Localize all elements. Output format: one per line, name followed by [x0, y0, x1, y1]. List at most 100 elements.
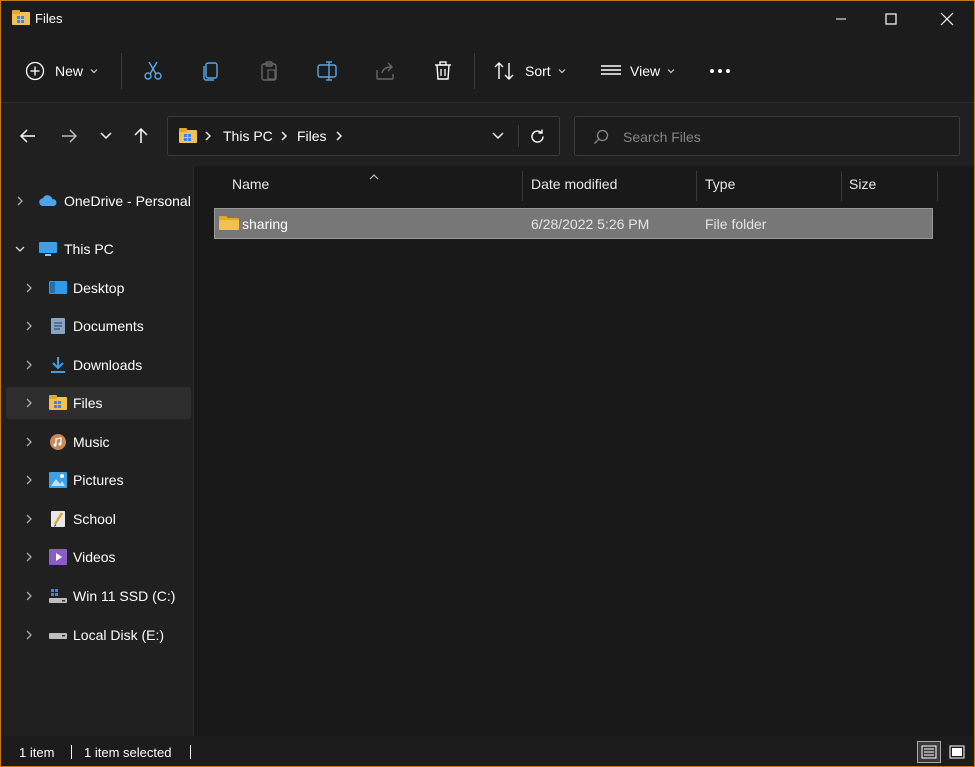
- more-icon: [710, 69, 730, 73]
- command-bar: New Sort View: [1, 39, 974, 103]
- copy-icon: [203, 62, 218, 81]
- documents-icon: [48, 317, 66, 335]
- paste-button[interactable]: [258, 55, 280, 87]
- breadcrumb-this-pc[interactable]: This PC: [223, 128, 273, 144]
- new-label: New: [55, 63, 84, 79]
- chevron-right-icon[interactable]: [23, 551, 35, 563]
- search-input[interactable]: [623, 127, 943, 147]
- chevron-down-icon[interactable]: [14, 243, 26, 255]
- toolbar-divider: [474, 53, 475, 89]
- sidebar-item-pictures[interactable]: Pictures: [6, 464, 191, 496]
- sort-icon: [494, 62, 514, 80]
- chevron-right-icon[interactable]: [23, 513, 35, 525]
- column-divider[interactable]: [841, 171, 842, 201]
- sidebar-item-this-pc[interactable]: This PC: [6, 233, 191, 265]
- address-bar[interactable]: This PC Files: [167, 116, 560, 156]
- sidebar-item-videos[interactable]: Videos: [6, 541, 191, 573]
- cut-button[interactable]: [142, 55, 164, 87]
- window-title: Files: [35, 11, 63, 26]
- title-bar[interactable]: Files: [1, 1, 974, 39]
- delete-button[interactable]: [432, 55, 454, 87]
- column-header-type[interactable]: Type: [705, 176, 735, 192]
- more-options-button[interactable]: [708, 55, 732, 87]
- navigation-pane: OneDrive - Personal This PC Desktop Docu…: [1, 166, 193, 736]
- school-icon: [48, 510, 66, 528]
- back-button[interactable]: [16, 124, 40, 148]
- search-box[interactable]: [574, 116, 960, 156]
- chevron-right-icon[interactable]: [23, 397, 35, 409]
- file-explorer-window: Files New Sort View This PC Files Search…: [0, 0, 975, 767]
- sidebar-item-music[interactable]: Music: [6, 426, 191, 458]
- chevron-right-icon[interactable]: [23, 282, 35, 294]
- chevron-right-icon[interactable]: [23, 359, 35, 371]
- pictures-icon: [48, 471, 67, 489]
- address-dropdown-chevron-icon[interactable]: [491, 129, 505, 146]
- item-count: 1 item: [19, 745, 55, 760]
- table-row[interactable]: sharing 6/28/2022 5:26 PM File folder: [214, 208, 933, 239]
- view-button[interactable]: View: [600, 55, 676, 87]
- toolbar-divider: [121, 53, 122, 89]
- file-date-modified: 6/28/2022 5:26 PM: [531, 216, 650, 232]
- chevron-right-icon[interactable]: [23, 629, 35, 641]
- view-label: View: [630, 63, 661, 79]
- sort-ascending-icon: [368, 168, 380, 184]
- maximize-button[interactable]: [866, 1, 916, 37]
- breadcrumb-files[interactable]: Files: [297, 128, 327, 144]
- sidebar-item-label: Files: [73, 395, 103, 411]
- new-button[interactable]: New: [25, 55, 99, 87]
- column-divider[interactable]: [937, 171, 938, 201]
- sidebar-item-downloads[interactable]: Downloads: [6, 349, 191, 381]
- details-view-button[interactable]: [917, 741, 941, 763]
- rename-icon: [317, 61, 337, 81]
- copy-button[interactable]: [200, 55, 222, 87]
- chevron-right-icon[interactable]: [14, 195, 26, 207]
- close-button[interactable]: [922, 1, 972, 37]
- arrow-left-icon: [19, 129, 35, 143]
- details-view-icon: [921, 745, 937, 759]
- column-header-size[interactable]: Size: [849, 176, 876, 192]
- share-icon: [376, 62, 394, 80]
- this-pc-icon: [38, 240, 57, 258]
- up-button[interactable]: [129, 124, 153, 148]
- minimize-button[interactable]: [816, 1, 866, 37]
- recent-locations-button[interactable]: [94, 124, 118, 148]
- status-divider: [190, 745, 191, 759]
- sidebar-item-label: Win 11 SSD (C:): [73, 588, 176, 604]
- large-icons-view-button[interactable]: [945, 741, 969, 763]
- forward-button[interactable]: [57, 124, 81, 148]
- sidebar-item-onedrive[interactable]: OneDrive - Personal: [6, 185, 191, 217]
- sidebar-item-files[interactable]: Files: [6, 387, 191, 419]
- plus-circle-icon: [25, 61, 45, 81]
- sidebar-item-label: Local Disk (E:): [73, 627, 165, 643]
- desktop-icon: [48, 279, 67, 297]
- chevron-right-icon[interactable]: [23, 320, 35, 332]
- column-header-date-modified[interactable]: Date modified: [531, 176, 617, 192]
- sidebar-item-drive-e[interactable]: Local Disk (E:): [6, 619, 191, 651]
- sidebar-item-drive-c[interactable]: Win 11 SSD (C:): [6, 580, 191, 612]
- paste-icon: [261, 61, 277, 81]
- sidebar-item-documents[interactable]: Documents: [6, 310, 191, 342]
- chevron-right-icon[interactable]: [23, 590, 35, 602]
- arrow-right-icon: [62, 129, 78, 143]
- column-divider[interactable]: [522, 171, 523, 201]
- column-divider[interactable]: [696, 171, 697, 201]
- downloads-icon: [48, 356, 66, 374]
- sidebar-item-school[interactable]: School: [6, 503, 191, 535]
- sort-button[interactable]: Sort: [493, 55, 567, 87]
- sidebar-item-label: Documents: [73, 318, 144, 334]
- refresh-icon[interactable]: [529, 128, 546, 148]
- sidebar-item-desktop[interactable]: Desktop: [6, 272, 191, 304]
- chevron-right-icon[interactable]: [23, 474, 35, 486]
- selection-count: 1 item selected: [84, 745, 172, 760]
- share-button[interactable]: [374, 55, 396, 87]
- music-icon: [48, 433, 66, 451]
- navigation-bar: This PC Files: [1, 104, 974, 166]
- drive-c-icon: [48, 587, 67, 605]
- sidebar-item-label: Pictures: [73, 472, 124, 488]
- rename-button[interactable]: [316, 55, 338, 87]
- breadcrumb-separator-icon: [280, 128, 288, 144]
- arrow-up-icon: [134, 127, 148, 143]
- chevron-right-icon[interactable]: [23, 436, 35, 448]
- column-header-name[interactable]: Name: [232, 176, 269, 192]
- chevron-down-icon: [100, 132, 112, 140]
